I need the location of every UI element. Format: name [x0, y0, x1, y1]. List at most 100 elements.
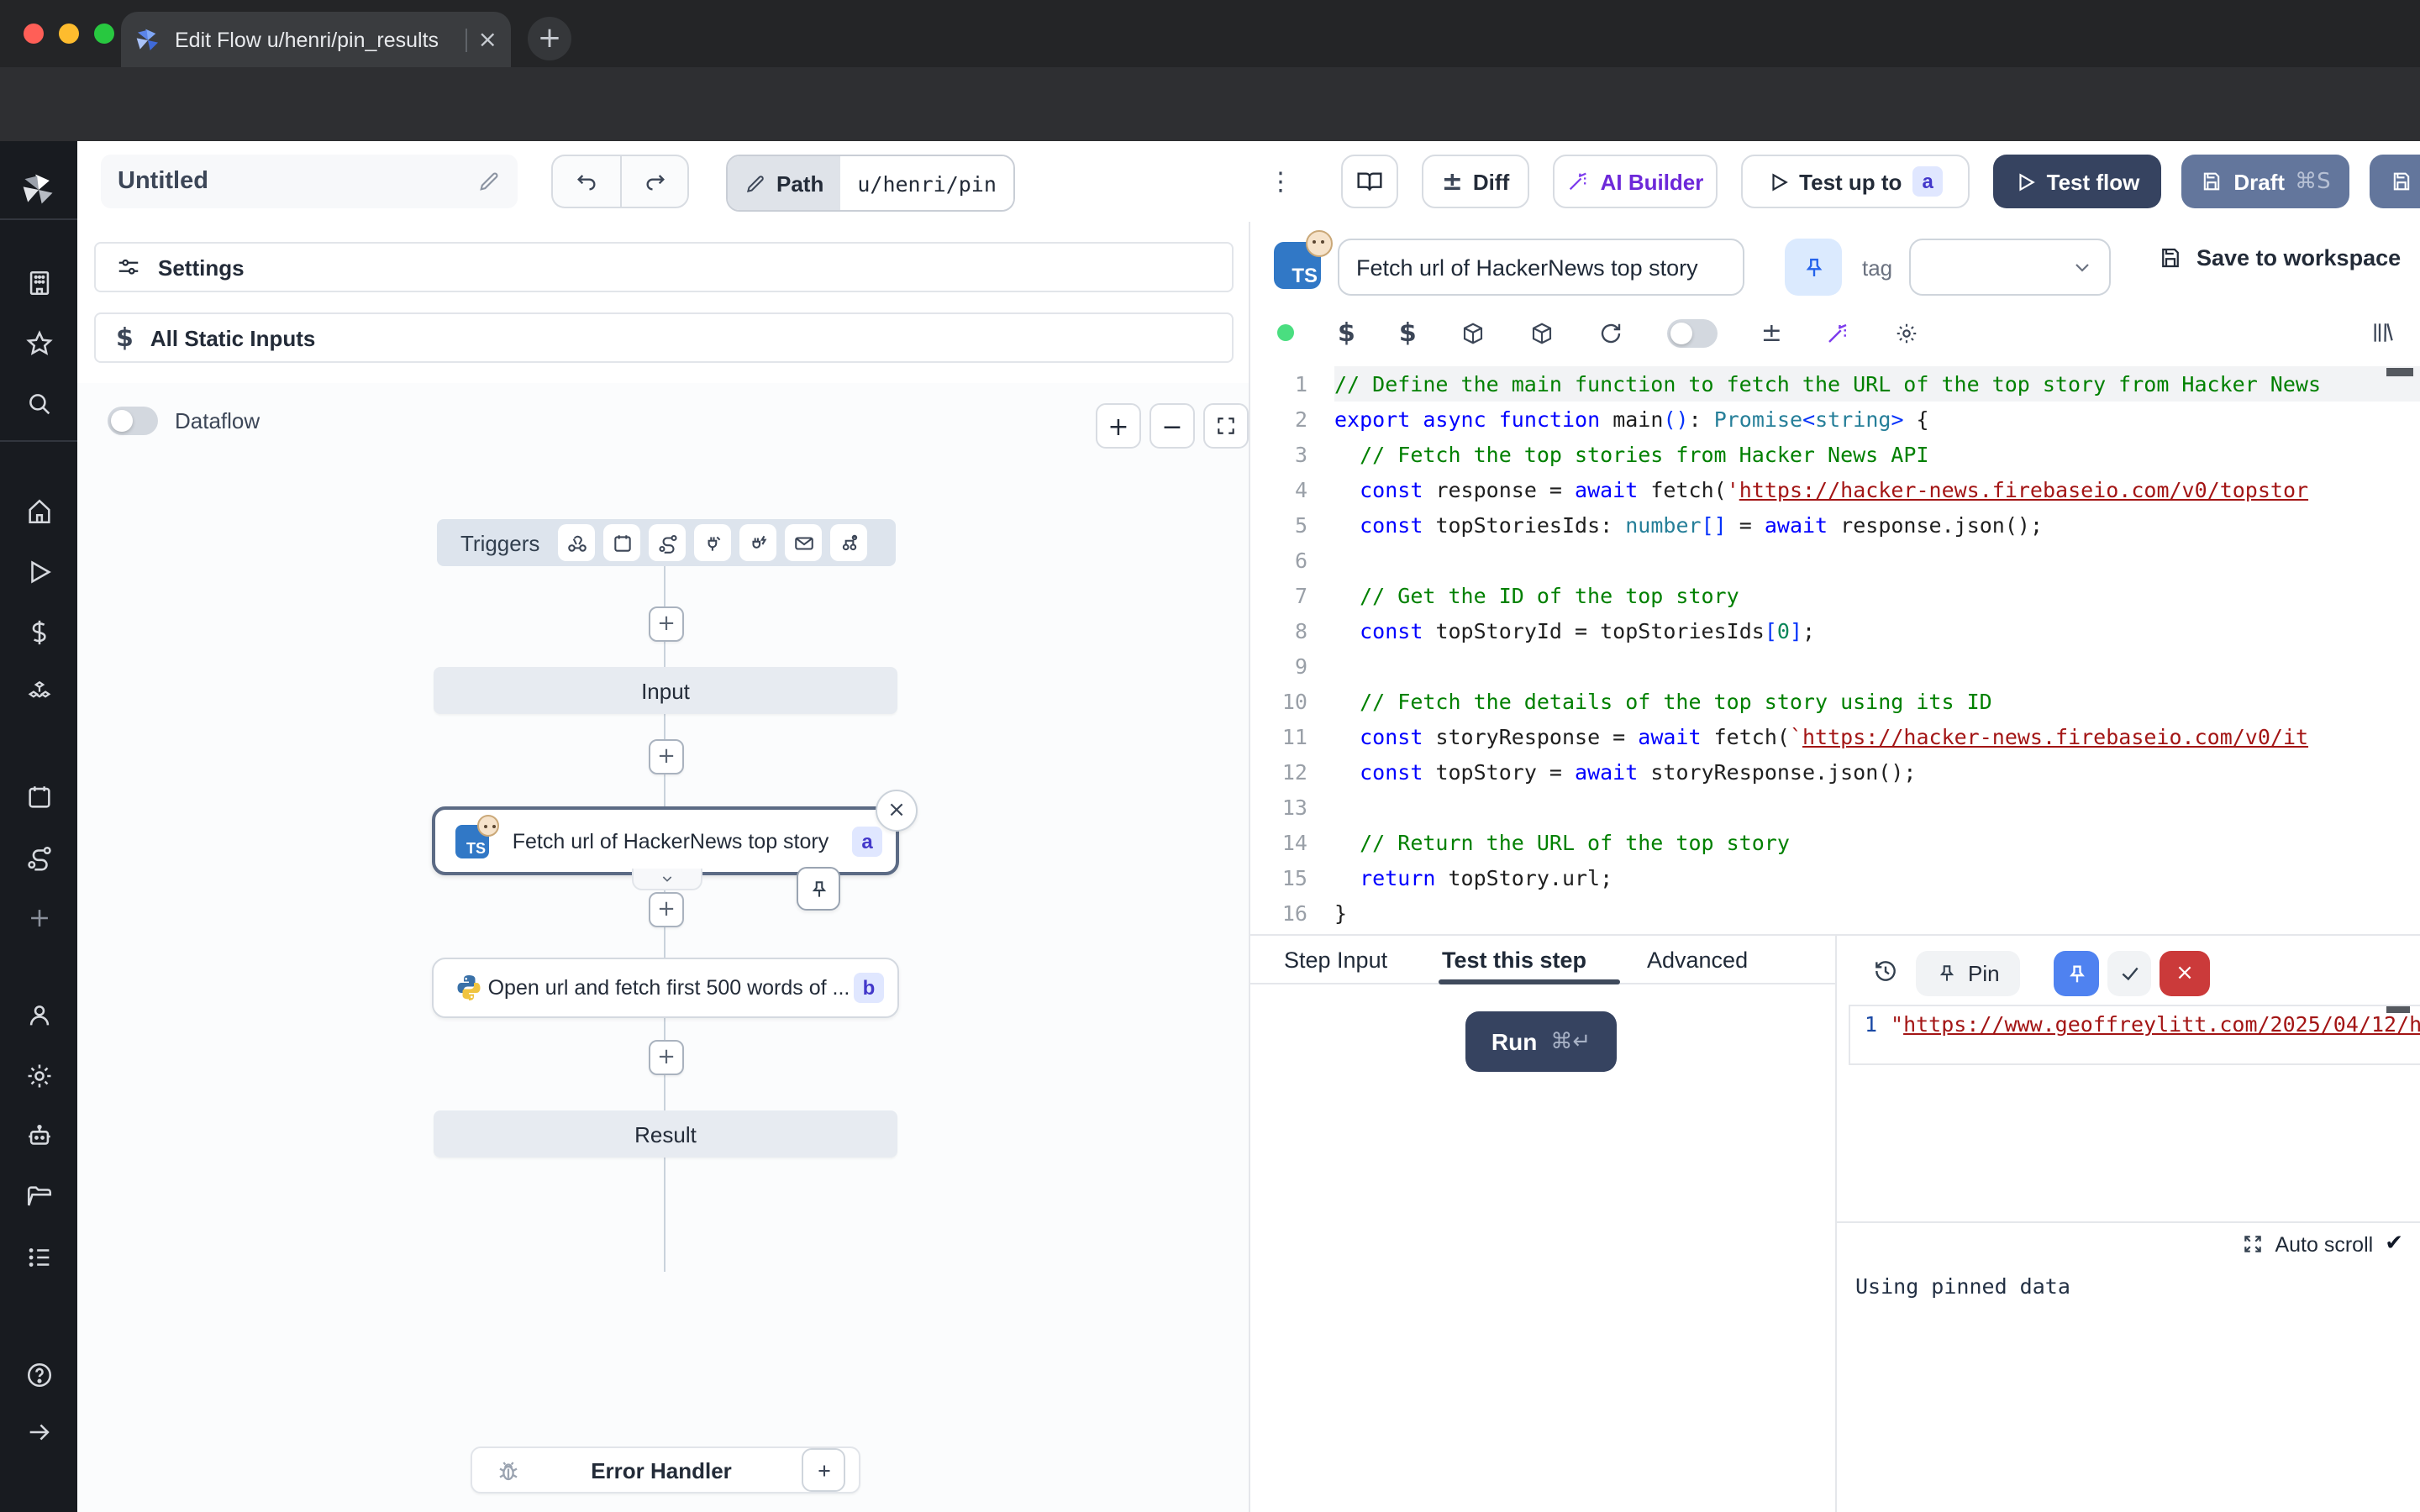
undo-button[interactable] — [551, 155, 620, 208]
route-trigger-icon[interactable] — [649, 524, 686, 561]
auto-scroll-label[interactable]: Auto scroll — [2275, 1232, 2373, 1256]
remove-step-button[interactable]: × — [876, 790, 918, 832]
sidebar-item-add[interactable] — [0, 904, 77, 932]
add-step-button[interactable]: + — [649, 892, 684, 927]
pinned-result-editor[interactable]: 1"https://www.geoffreylitt.com/2025/04/1… — [1849, 1005, 2420, 1065]
new-tab-button[interactable]: + — [528, 17, 571, 60]
schedule-trigger-icon[interactable] — [603, 524, 640, 561]
sidebar-item-resources[interactable] — [0, 679, 77, 707]
sidebar-item-search[interactable] — [0, 390, 77, 418]
deploy-button[interactable]: Deploy — [2370, 155, 2420, 208]
flow-canvas[interactable]: Dataflow + − Triggers — [77, 383, 1249, 1512]
pin-icon — [1936, 963, 1958, 984]
browser-tab[interactable]: Edit Flow u/henri/pin_results × — [121, 12, 511, 67]
reload-icon[interactable] — [1598, 320, 1623, 345]
zoom-in-button[interactable]: + — [1096, 403, 1141, 449]
kafka-trigger-icon[interactable] — [739, 524, 776, 561]
add-step-button[interactable]: + — [649, 606, 684, 642]
path-edit-segment[interactable]: Path — [728, 156, 840, 210]
add-step-button[interactable]: + — [649, 1040, 684, 1075]
assets-dollar-icon[interactable]: $ — [1338, 318, 1355, 348]
flow-toolbar: Untitled Path u/henri/pin ⋮ — [77, 141, 2420, 223]
save-to-workspace-button[interactable]: Save to workspace — [2158, 245, 2401, 270]
path-control[interactable]: Path u/henri/pin — [726, 155, 1015, 212]
add-step-button[interactable]: + — [649, 739, 684, 774]
sidebar-item-schedules[interactable] — [0, 783, 77, 811]
sidebar-item-runs[interactable] — [0, 558, 77, 586]
sidebar-item-workers[interactable] — [0, 1122, 77, 1151]
windmill-logo-icon[interactable] — [0, 171, 77, 208]
test-flow-button[interactable]: Test flow — [1993, 155, 2161, 208]
tag-select[interactable] — [1909, 239, 2111, 296]
sidebar-item-settings[interactable] — [0, 1062, 77, 1090]
input-node[interactable]: Input — [434, 667, 897, 714]
sidebar-item-home[interactable] — [0, 497, 77, 526]
code-editor[interactable]: 1// Define the main function to fetch th… — [1250, 366, 2420, 934]
package-icon[interactable] — [1460, 320, 1486, 345]
sidebar-item-variables[interactable] — [0, 618, 77, 647]
static-inputs-row[interactable]: $ All Static Inputs — [94, 312, 1234, 363]
pin-active-toggle[interactable] — [2054, 951, 2099, 996]
test-up-to-button[interactable]: Test up to a — [1741, 155, 1970, 208]
variables-dollar-icon[interactable]: $ — [1399, 318, 1417, 348]
library-icon[interactable] — [2370, 319, 2396, 346]
edit-pencil-icon[interactable] — [477, 170, 501, 193]
diff-icon[interactable]: ± — [1761, 318, 1782, 348]
poll-trigger-icon[interactable] — [830, 524, 867, 561]
ai-builder-button[interactable]: AI Builder — [1553, 155, 1718, 208]
tab-test-this-step[interactable]: Test this step — [1442, 948, 1586, 973]
diff-button[interactable]: ± Diff — [1422, 155, 1529, 208]
add-error-handler-button[interactable] — [802, 1448, 845, 1492]
accept-button[interactable] — [2107, 951, 2151, 996]
ai-wand-icon[interactable] — [1826, 320, 1851, 345]
tab-step-input[interactable]: Step Input — [1284, 948, 1387, 973]
history-button[interactable] — [1872, 958, 1899, 984]
docs-button[interactable] — [1341, 155, 1398, 208]
run-button[interactable]: Run ⌘↵ — [1465, 1011, 1617, 1072]
sidebar-item-users[interactable] — [0, 1001, 77, 1030]
pinned-data-badge[interactable] — [797, 867, 840, 911]
more-options-kebab-icon[interactable]: ⋮ — [1264, 158, 1297, 205]
close-result-button[interactable]: × — [2160, 951, 2210, 996]
pin-active-button[interactable] — [1785, 239, 1842, 296]
sidebar-item-folders[interactable] — [0, 1183, 77, 1211]
sidebar-item-workspace[interactable] — [0, 269, 77, 297]
draft-shortcut: ⌘S — [2295, 169, 2331, 194]
mqtt-trigger-icon[interactable] — [694, 524, 731, 561]
editor-scrollbar[interactable] — [2386, 368, 2413, 376]
window-minimize-button[interactable] — [59, 24, 79, 44]
sidebar-item-help[interactable] — [0, 1361, 77, 1389]
tab-close-icon[interactable]: × — [478, 26, 497, 53]
sidebar-item-audit-logs[interactable] — [0, 1243, 77, 1272]
expand-icon[interactable] — [2241, 1233, 2263, 1255]
window-close-button[interactable] — [24, 24, 44, 44]
email-trigger-icon[interactable] — [785, 524, 822, 561]
package-lock-icon[interactable] — [1529, 320, 1555, 345]
result-scrollbar[interactable] — [2386, 1006, 2410, 1013]
tab-advanced[interactable]: Advanced — [1647, 948, 1748, 973]
fit-view-button[interactable] — [1203, 403, 1249, 449]
result-node[interactable]: Result — [434, 1110, 897, 1158]
webhook-trigger-icon[interactable] — [558, 524, 595, 561]
step-node-b[interactable]: Open url and fetch first 500 words of ..… — [432, 958, 899, 1018]
redo-button[interactable] — [620, 155, 689, 208]
flow-name-field[interactable]: Untitled — [101, 155, 518, 208]
auto-scroll-check-icon[interactable]: ✔ — [2385, 1231, 2403, 1257]
sidebar-item-favorites[interactable] — [0, 329, 77, 358]
sidebar-expand-arrow-icon[interactable] — [0, 1418, 77, 1446]
error-handler-node[interactable]: Error Handler — [471, 1446, 860, 1494]
editor-settings-gear-icon[interactable] — [1895, 320, 1920, 345]
flow-settings-row[interactable]: Settings — [94, 242, 1234, 292]
step-badge: a — [1912, 166, 1943, 197]
zoom-out-button[interactable]: − — [1150, 403, 1195, 449]
editor-toggle[interactable] — [1667, 318, 1718, 347]
window-zoom-button[interactable] — [94, 24, 114, 44]
sidebar-item-routes[interactable] — [0, 843, 77, 872]
collapse-step-chevron[interactable] — [632, 869, 702, 890]
pin-button[interactable]: Pin — [1916, 951, 2020, 996]
step-title-input[interactable]: Fetch url of HackerNews top story — [1338, 239, 1744, 296]
triggers-node[interactable]: Triggers — [437, 519, 896, 566]
draft-button[interactable]: Draft ⌘S — [2181, 155, 2349, 208]
dataflow-toggle[interactable] — [108, 407, 158, 435]
step-node-a[interactable]: TS Fetch url of HackerNews top story a — [432, 806, 899, 875]
